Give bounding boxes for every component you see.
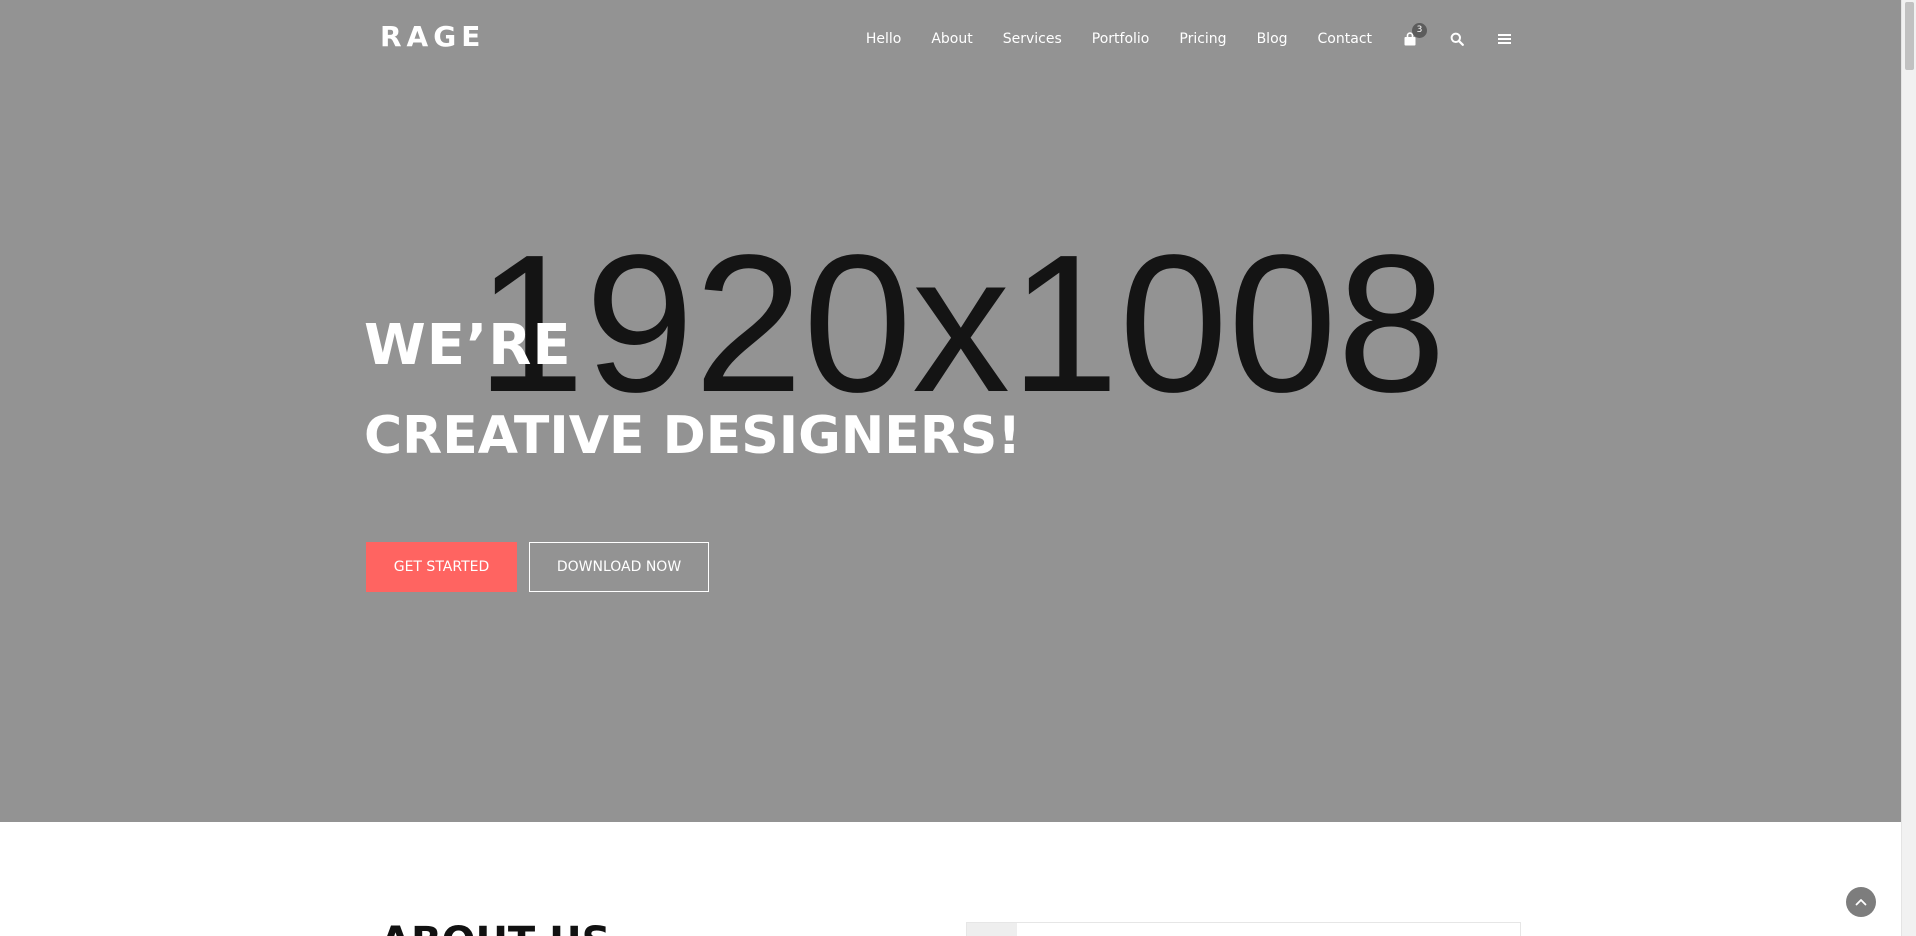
nav-link-about[interactable]: About — [931, 28, 972, 50]
cart-button[interactable]: 3 — [1401, 23, 1427, 48]
page-scrollbar[interactable] — [1901, 0, 1916, 936]
get-started-button[interactable]: GET STARTED — [366, 542, 517, 592]
nav-menu: Hello About Services Portfolio Pricing B… — [866, 23, 1513, 50]
cart-count-badge: 3 — [1412, 23, 1427, 38]
nav-link-pricing[interactable]: Pricing — [1179, 28, 1226, 50]
navbar: RAGE Hello About Services Portfolio Pric… — [0, 0, 1901, 78]
hero-title-line-1: WE’RE — [364, 313, 572, 378]
scrollbar-thumb[interactable] — [1905, 2, 1914, 70]
menu-icon — [1497, 34, 1511, 44]
about-media-tab — [967, 923, 1017, 936]
nav-link-services[interactable]: Services — [1003, 28, 1062, 50]
hero-placeholder-image-label: 1920x1008 — [476, 214, 1447, 433]
nav-link-contact[interactable]: Contact — [1318, 28, 1372, 50]
nav-link-hello[interactable]: Hello — [866, 28, 902, 50]
about-media-box — [966, 922, 1521, 936]
hero-section: 1920x1008 RAGE Hello About Services Port… — [0, 0, 1901, 822]
nav-link-blog[interactable]: Blog — [1257, 28, 1288, 50]
nav-link-portfolio[interactable]: Portfolio — [1092, 28, 1150, 50]
menu-button[interactable] — [1495, 30, 1513, 48]
site-logo[interactable]: RAGE — [380, 20, 485, 53]
hero-title-line-2: CREATIVE DESIGNERS! — [364, 406, 1022, 466]
about-title: ABOUT US — [380, 920, 610, 936]
scroll-to-top-button[interactable] — [1846, 887, 1876, 917]
search-button[interactable] — [1448, 30, 1466, 48]
about-section: ABOUT US — [0, 822, 1901, 936]
chevron-up-icon — [1855, 899, 1867, 906]
search-icon — [1450, 32, 1464, 46]
download-now-button[interactable]: DOWNLOAD NOW — [529, 542, 709, 592]
